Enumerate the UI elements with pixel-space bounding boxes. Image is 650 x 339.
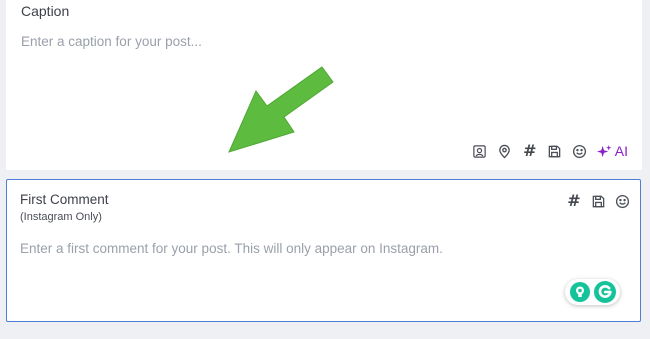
ai-sparkle-icon bbox=[596, 144, 612, 157]
green-arrow-annotation bbox=[228, 66, 334, 153]
lightbulb-icon[interactable] bbox=[569, 282, 590, 302]
hashtag-icon[interactable]: # bbox=[522, 142, 538, 160]
emoji-icon[interactable] bbox=[614, 192, 630, 210]
first-comment-input[interactable] bbox=[20, 237, 610, 259]
grammarly-icon[interactable] bbox=[593, 281, 616, 303]
caption-input[interactable] bbox=[21, 30, 581, 52]
caption-toolbar: # AI bbox=[472, 141, 628, 161]
save-icon[interactable] bbox=[590, 192, 606, 210]
first-comment-toolbar: # bbox=[566, 191, 630, 211]
ai-label: AI bbox=[614, 143, 628, 159]
instagram-only-note: (Instagram Only) bbox=[20, 211, 102, 223]
save-icon[interactable] bbox=[547, 142, 563, 160]
ai-assist-button[interactable]: AI bbox=[596, 143, 628, 159]
hashtag-glyph: # bbox=[567, 191, 581, 210]
first-comment-panel: First Comment (Instagram Only) # bbox=[6, 179, 641, 322]
first-comment-label: First Comment bbox=[20, 192, 109, 207]
caption-label: Caption bbox=[21, 3, 70, 19]
photo-icon[interactable] bbox=[472, 142, 488, 160]
emoji-icon[interactable] bbox=[572, 142, 588, 160]
arrow-shape bbox=[228, 66, 334, 153]
hashtag-glyph: # bbox=[523, 141, 537, 160]
grammarly-widget[interactable] bbox=[565, 279, 620, 305]
location-pin-icon[interactable] bbox=[497, 142, 513, 160]
hashtag-icon[interactable]: # bbox=[566, 192, 582, 210]
